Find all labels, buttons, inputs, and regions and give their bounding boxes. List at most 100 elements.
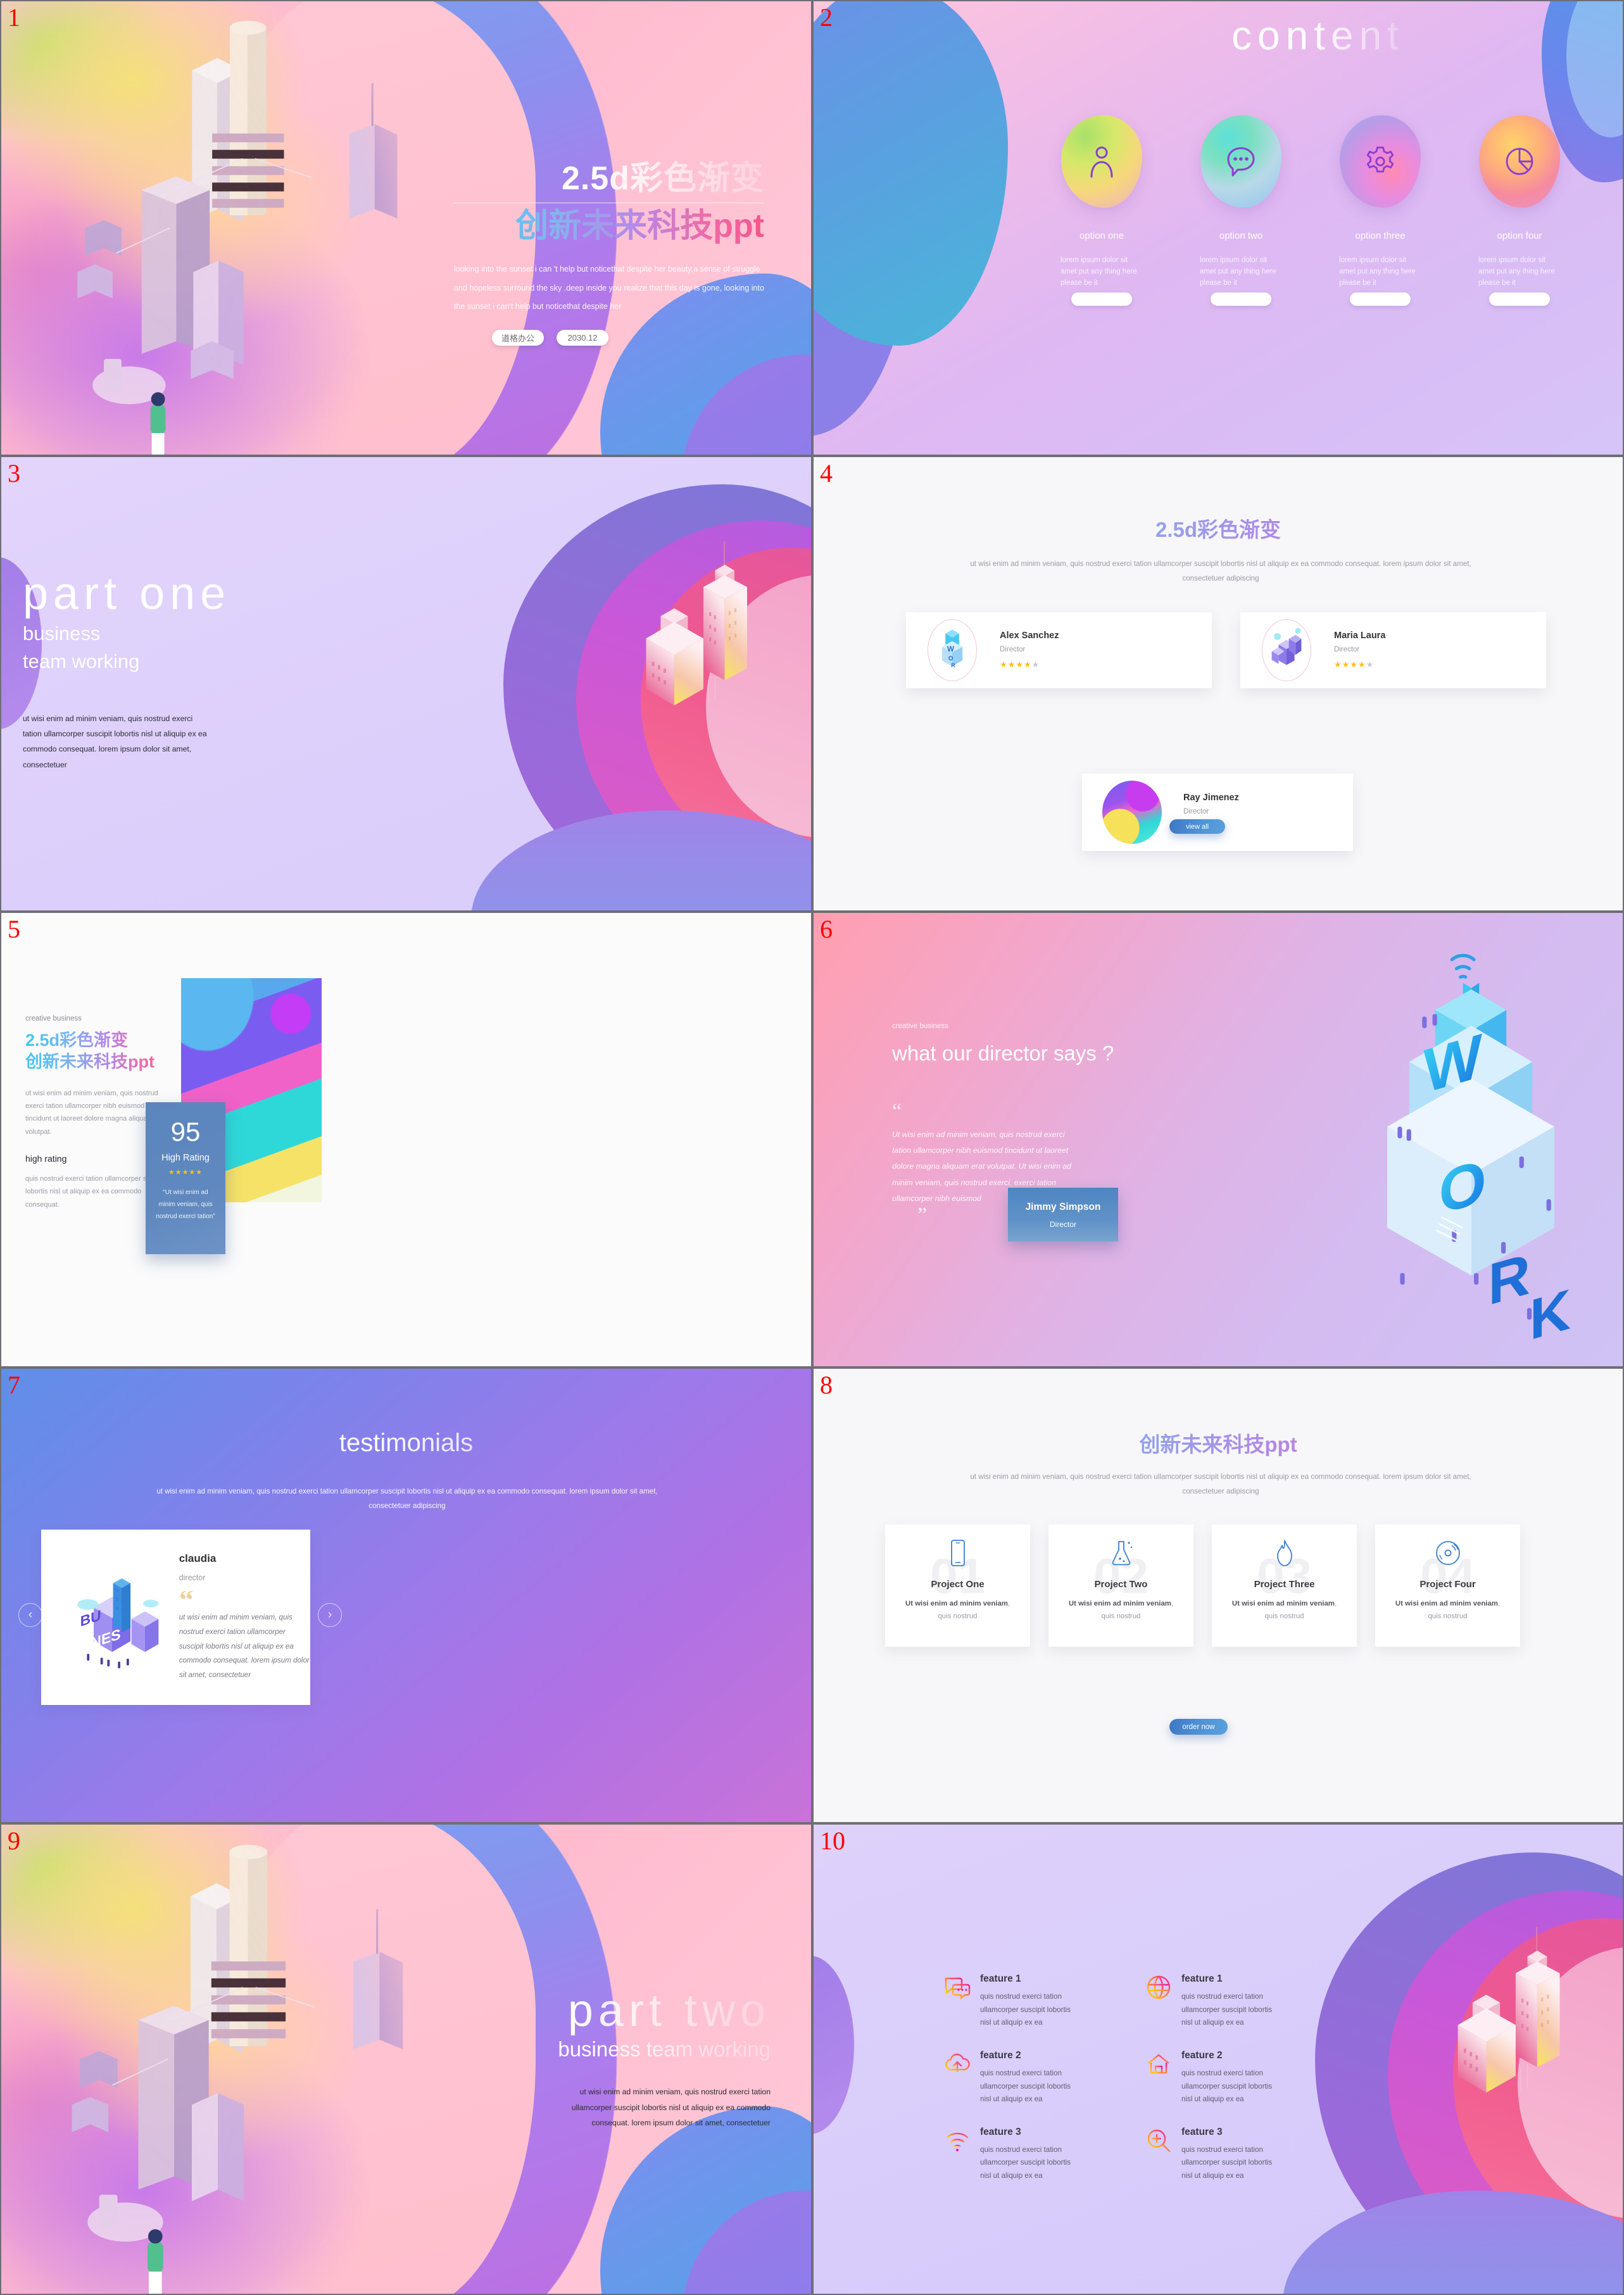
person-1-avatar: W O R (928, 619, 977, 681)
feature-2-title: feature 1 (1181, 1973, 1223, 1984)
slide-number-8: 8 (820, 1371, 833, 1399)
feature-item-1[interactable]: feature 1 quis nostrud exerci tation ull… (943, 1973, 1145, 2030)
person-card-2[interactable]: Maria Laura Director ★★★★★ (1240, 612, 1546, 688)
option-2-blob (1200, 115, 1281, 208)
brand-button[interactable]: 道格办公 (492, 330, 544, 346)
person-3-role: Director (1183, 808, 1209, 815)
date-button[interactable]: 2030.12 (557, 330, 608, 346)
feature-item-5[interactable]: feature 3 quis nostrud exerci tation ull… (943, 2127, 1145, 2183)
order-now-button[interactable]: order now (1169, 1719, 1228, 1735)
option-item-3[interactable]: option three lorem ipsum dolor sit amet … (1311, 115, 1450, 306)
feature-6-title: feature 3 (1181, 2126, 1223, 2137)
option-1-button[interactable] (1071, 292, 1132, 306)
option-item-1[interactable]: option one lorem ipsum dolor sit amet pu… (1032, 115, 1171, 306)
feature-4-desc: quis nostrud exerci tation ullamcorper s… (1181, 2068, 1273, 2104)
flame-icon (1276, 1540, 1292, 1566)
slide-9[interactable]: part two business team working ut wisi e… (0, 1823, 812, 2295)
twin-towers-illustration-10 (1457, 1927, 1560, 2093)
feature-4-title: feature 2 (1181, 2049, 1223, 2061)
person-card-3[interactable]: Ray Jimenez Director ★★★★★ (1082, 774, 1353, 851)
slide-1[interactable]: 2.5d彩色渐变 创新未来科技ppt looking into the suns… (0, 0, 812, 456)
slide-9-title: part two (416, 1985, 771, 2036)
option-1-blob (1061, 115, 1142, 208)
option-4-desc: lorem ipsum dolor sit amet put any thing… (1478, 256, 1555, 287)
slide-number-2: 2 (820, 3, 833, 32)
option-item-2[interactable]: option two lorem ipsum dolor sit amet pu… (1171, 115, 1311, 306)
slide-5[interactable]: creative business 2.5d彩色渐变 创新未来科技ppt ut … (0, 912, 812, 1368)
slide-9-subtitle: business team working (416, 2037, 771, 2061)
slide-1-title-line1: 2.5d彩色渐变 (454, 161, 764, 196)
person-2-avatar (1262, 619, 1311, 681)
feature-1-title: feature 1 (980, 1973, 1021, 1984)
slide-8-subtitle: ut wisi enim ad minim veniam, quis nostr… (970, 1473, 1471, 1495)
svg-text:O: O (948, 655, 954, 662)
slide-3-body: ut wisi enim ad minim veniam, quis nostr… (23, 714, 207, 769)
feature-item-6[interactable]: feature 3 quis nostrud exerci tation ull… (1145, 2127, 1346, 2183)
slide-number-9: 9 (8, 1827, 20, 1855)
feature-5-desc: quis nostrud exerci tation ullamcorper s… (980, 2145, 1071, 2180)
option-1-label: option one (1079, 230, 1124, 241)
slide-7-title: testimonials (1, 1429, 811, 1457)
feature-grid: feature 1 quis nostrud exerci tation ull… (943, 1973, 1298, 2183)
slide-6[interactable]: W O R K creative business what our direc… (812, 912, 1624, 1368)
slide-3-sub1: business (23, 622, 403, 645)
feature-6-desc: quis nostrud exerci tation ullamcorper s… (1181, 2145, 1273, 2180)
project-card-2[interactable]: 02 Project Two Ut wisi enim ad minim ven… (1048, 1525, 1193, 1647)
option-3-blob (1340, 115, 1421, 208)
feature-item-2[interactable]: feature 1 quis nostrud exerci tation ull… (1145, 1973, 1346, 2030)
slide-3-sub2: team working (23, 650, 403, 673)
slide-10[interactable]: feature 1 quis nostrud exerci tation ull… (812, 1823, 1624, 2295)
project-1-desc-bold: Ut wisi enim ad minim veniam (905, 1600, 1008, 1607)
quote-open-mark: “ (892, 1100, 902, 1123)
person-1-role: Director (1000, 646, 1026, 653)
rating-score: 95 (170, 1117, 201, 1147)
option-3-label: option three (1355, 230, 1406, 241)
rating-card: 95 High Rating ★★★★★ “Ut wisi enim ad mi… (146, 1102, 225, 1254)
project-card-4[interactable]: 04 Project Four Ut wisi enim ad minim ve… (1375, 1525, 1520, 1647)
view-all-button[interactable]: view all (1169, 819, 1225, 834)
option-3-button[interactable] (1350, 292, 1411, 306)
carousel-prev-button[interactable]: ‹ (18, 1603, 42, 1627)
rating-stars: ★★★★★ (168, 1169, 203, 1176)
chat-bubbles-icon (945, 1977, 971, 2000)
project-card-1[interactable]: 01 Project One Ut wisi enim ad minim ven… (885, 1525, 1030, 1647)
work-city-avatar-svg: W O R (941, 629, 963, 669)
project-card-3[interactable]: 03 Project Three Ut wisi enim ad minim v… (1212, 1525, 1357, 1647)
person-card-1[interactable]: W O R Alex Sanchez Director ★★★★★ (906, 612, 1212, 688)
slide-2-title: content (1231, 10, 1404, 61)
feature-3-desc: quis nostrud exerci tation ullamcorper s… (980, 2068, 1071, 2104)
pie-chart-icon (1506, 148, 1533, 175)
search-plus-icon (1147, 2129, 1171, 2152)
slide-number-1: 1 (8, 3, 20, 32)
option-2-desc: lorem ipsum dolor sit amet put any thing… (1200, 256, 1276, 287)
slide-7[interactable]: testimonials ut wisi enim ad minim venia… (0, 1368, 812, 1823)
slide-5-title-line2: 创新未来科技ppt (25, 1052, 171, 1073)
option-item-4[interactable]: option four lorem ipsum dolor sit amet p… (1450, 115, 1589, 306)
chat-bubble-icon (1227, 147, 1255, 177)
svg-text:R: R (951, 662, 955, 669)
option-2-button[interactable] (1211, 292, 1271, 306)
option-4-blob (1479, 115, 1560, 208)
home-icon (1148, 2054, 1169, 2074)
slide-number-6: 6 (820, 915, 833, 943)
slide-3[interactable]: part one business team working ut wisi e… (0, 456, 812, 912)
slide-1-body: looking into the sunset i can 't help bu… (454, 265, 764, 311)
testimonial-name: claudia (179, 1552, 217, 1564)
slide-number-10: 10 (820, 1827, 845, 1855)
option-4-button[interactable] (1489, 292, 1550, 306)
slide-number-4: 4 (820, 459, 833, 487)
project-3-desc-bold: Ut wisi enim ad minim veniam (1231, 1600, 1335, 1607)
slide-8[interactable]: 创新未来科技ppt ut wisi enim ad minim veniam, … (812, 1368, 1624, 1823)
person-icon (1090, 146, 1113, 178)
slide-4-subtitle: ut wisi enim ad minim veniam, quis nostr… (970, 560, 1471, 582)
feature-item-3[interactable]: feature 2 quis nostrud exerci tation ull… (943, 2050, 1145, 2106)
feature-item-4[interactable]: feature 2 quis nostrud exerci tation ull… (1145, 2050, 1346, 2106)
slide-2[interactable]: content option one lorem ipsum dolor sit… (812, 0, 1624, 456)
carousel-next-button[interactable]: › (318, 1603, 342, 1627)
option-1-desc: lorem ipsum dolor sit amet put any thing… (1061, 256, 1137, 287)
testimonial-card[interactable]: BU NES claudia director “ ut wisi enim a… (41, 1530, 310, 1705)
testimonial-quote: ut wisi enim ad minim veniam, quis nostr… (179, 1613, 310, 1679)
globe-icon (1147, 1975, 1171, 1999)
slide-4[interactable]: 2.5d彩色渐变 ut wisi enim ad minim veniam, q… (812, 456, 1624, 912)
city-towers-svg (77, 20, 398, 455)
